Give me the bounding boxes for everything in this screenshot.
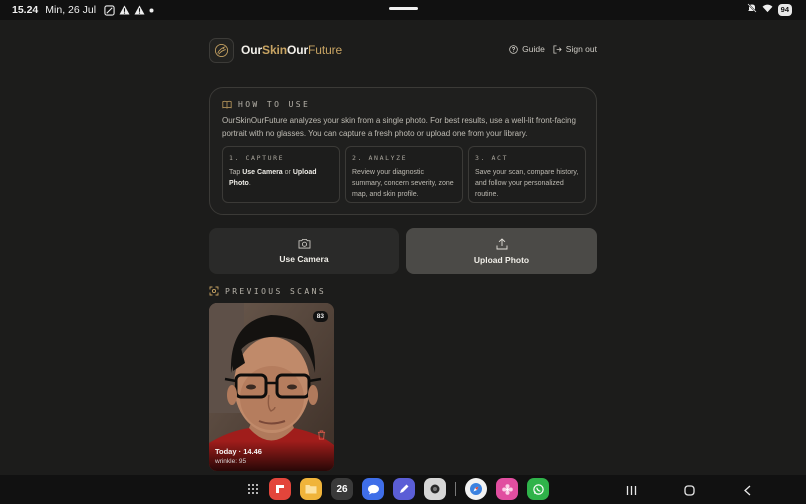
wifi-icon [762, 4, 773, 16]
upload-icon [496, 237, 507, 249]
step-body: Tap Use Camera or Upload Photo. [229, 167, 333, 189]
screen-record-icon [104, 4, 115, 16]
upload-photo-label: Upload Photo [473, 254, 530, 265]
gallery-app-icon[interactable] [496, 478, 518, 500]
previous-scans-title: PREVIOUS SCANS [225, 286, 327, 296]
battery-indicator: 94 [777, 3, 792, 16]
home-icon [684, 485, 695, 496]
step-capture: 1. CAPTURE Tap Use Camera or Upload Phot… [222, 146, 340, 203]
scan-icon [209, 286, 219, 296]
brand-part-our-2: Our [287, 43, 309, 57]
whatsapp-app-icon[interactable] [527, 478, 549, 500]
guide-label: Guide [522, 44, 545, 54]
help-circle-icon [509, 44, 518, 54]
recent-apps-button[interactable] [626, 483, 637, 501]
brand-part-our: Our [241, 43, 263, 57]
scan-date: Today · 14.46 [215, 447, 262, 456]
logout-icon [553, 44, 562, 54]
score-badge: 83 [312, 311, 328, 322]
previous-scans-header: PREVIOUS SCANS [209, 286, 326, 296]
recents-icon [626, 486, 637, 495]
how-to-use-title: HOW TO USE [238, 100, 311, 109]
scan-card[interactable]: 83 Today · 14.46 wrinkle: 95 [209, 303, 334, 471]
trash-icon [317, 430, 326, 440]
scan-detail: wrinkle: 95 [215, 458, 247, 465]
camera-app-icon[interactable] [424, 478, 446, 500]
brand-name[interactable]: OurSkinOurFuture [241, 43, 342, 57]
guide-link[interactable]: Guide [509, 44, 545, 54]
flipboard-app-icon[interactable] [269, 478, 291, 500]
step-body: Save your scan, compare history, and fol… [475, 169, 579, 198]
step-analyze: 2. ANALYZE Review your diagnostic summar… [345, 146, 463, 203]
warning-icon [134, 5, 145, 15]
status-time: 15.24 [12, 4, 39, 16]
step-text: Tap [229, 169, 243, 176]
warning-icon [119, 5, 130, 15]
steps-row: 1. CAPTURE Tap Use Camera or Upload Phot… [222, 146, 586, 203]
step-title: 1. CAPTURE [229, 154, 285, 162]
back-icon [744, 485, 751, 496]
status-date: Min, 26 Jul [45, 4, 97, 16]
how-to-use-card: HOW TO USE OurSkinOurFuture analyzes you… [209, 87, 597, 215]
brand-part-skin: Skin [262, 43, 287, 57]
header-nav: Guide Sign out [509, 44, 597, 54]
use-camera-label: Use Camera [279, 254, 329, 264]
safari-app-icon[interactable] [465, 478, 487, 500]
logo-icon [214, 43, 229, 58]
step-title: 2. ANALYZE [352, 154, 408, 162]
notification-dot-icon [149, 8, 154, 13]
pen-app-icon[interactable] [393, 478, 415, 500]
book-icon [222, 100, 232, 109]
step-body: Review your diagnostic summary, concern … [352, 169, 454, 198]
messages-app-icon[interactable] [362, 478, 384, 500]
navigation-bar: 26 [0, 475, 806, 504]
status-bar: 15.24 Min, 26 Jul 94 [0, 0, 806, 20]
use-camera-button[interactable]: Use Camera [209, 228, 399, 274]
step-title: 3. ACT [475, 154, 509, 162]
step-bold-camera: Use Camera [242, 169, 283, 176]
camera-icon [298, 238, 310, 249]
home-button[interactable] [684, 483, 695, 501]
app-logo[interactable] [209, 38, 234, 63]
scan-meta: Today · 14.46 wrinkle: 95 [209, 441, 334, 471]
brand-part-future: Future [308, 43, 343, 57]
step-text: . [248, 180, 251, 187]
step-act: 3. ACT Save your scan, compare history, … [468, 146, 586, 203]
back-button[interactable] [743, 483, 752, 501]
app-dock: 26 [246, 478, 549, 500]
app-drawer-icon[interactable] [246, 478, 260, 500]
step-text: or [282, 169, 293, 176]
files-app-icon[interactable] [300, 478, 322, 500]
sign-out-label: Sign out [565, 44, 597, 54]
status-right: 94 [747, 3, 792, 16]
dock-separator [455, 482, 456, 496]
how-to-use-header: HOW TO USE [222, 100, 310, 109]
how-to-use-description: OurSkinOurFuture analyzes your skin from… [222, 116, 576, 138]
sign-out-button[interactable]: Sign out [553, 44, 597, 54]
calendar-app-icon[interactable]: 26 [331, 478, 353, 500]
upload-photo-button[interactable]: Upload Photo [406, 228, 597, 274]
mute-icon [747, 3, 757, 16]
top-handle [389, 7, 418, 10]
